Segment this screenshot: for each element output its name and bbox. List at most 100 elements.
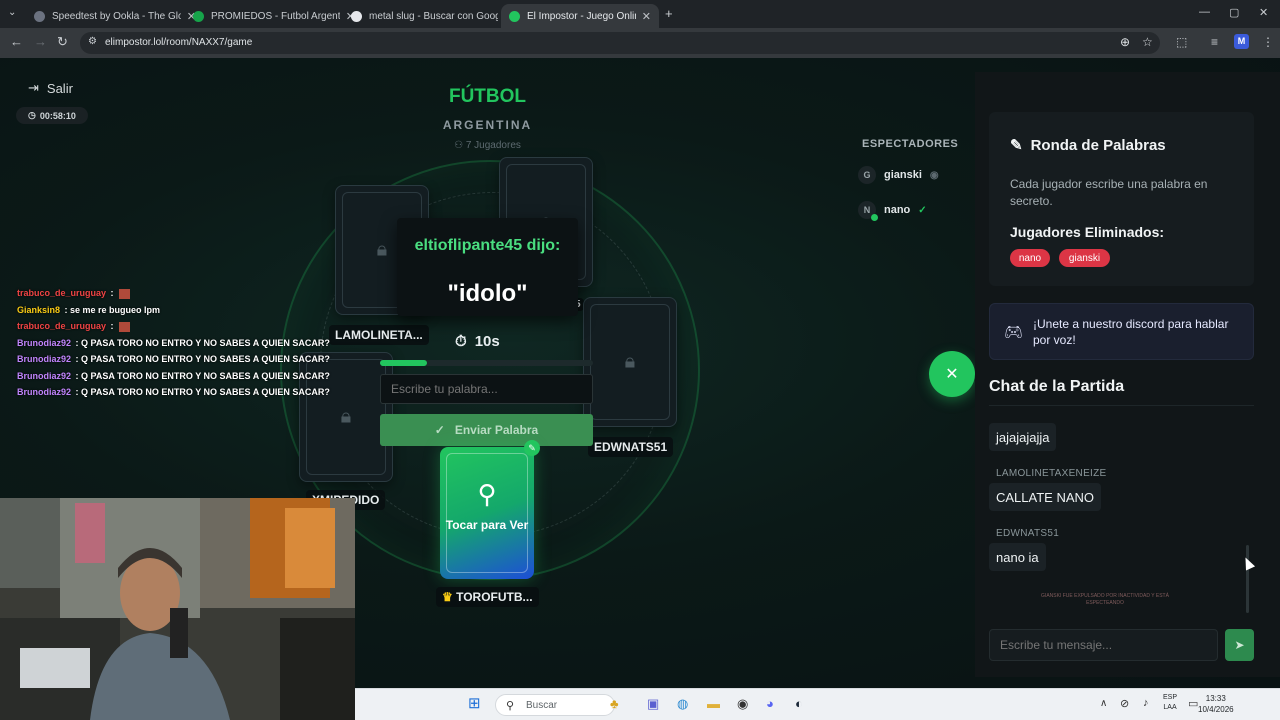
steam-icon[interactable]: ◐ (795, 696, 803, 711)
monitor-icon[interactable]: ▭ (1188, 697, 1198, 710)
divider (989, 405, 1254, 406)
pencil-icon: ✎ (524, 440, 540, 456)
discord-text: ¡Unete a nuestro discord para hablar por… (1033, 317, 1229, 347)
check-circle-icon: ✓ (434, 423, 445, 437)
spectator-item: G gianski ◉ (858, 166, 939, 184)
chat-message: nano ia (989, 543, 1046, 571)
overlay-chat-line: trabuco_de_uruguay : (17, 321, 317, 338)
mic-icon[interactable]: ♪ (1143, 697, 1149, 709)
reload-icon[interactable]: ↻ (57, 34, 68, 50)
new-tab-icon[interactable]: + (665, 6, 673, 21)
exit-button[interactable]: ⇥ Salir (28, 80, 73, 96)
tab-title: El Impostor - Juego Online Gra (527, 10, 636, 22)
eliminated-chip: gianski (1059, 249, 1110, 267)
chat-author: EDWNATS51 (996, 528, 1060, 539)
progress-fill (380, 360, 427, 366)
tray-chevron-icon[interactable]: ∧ (1100, 698, 1107, 709)
overlay-chat-line: Brunodiaz92 : Q PASA TORO NO ENTRO Y NO … (17, 354, 330, 371)
overlay-chat-user: trabuco_de_uruguay (17, 288, 107, 298)
crown-icon: ♛ (442, 590, 453, 604)
close-icon[interactable]: ✕ (642, 10, 651, 23)
player-name: EDWNATS51 (588, 437, 674, 457)
teams-icon[interactable]: ▣ (647, 696, 659, 712)
separator: : (73, 354, 82, 364)
separator: : (73, 337, 82, 348)
chat-author: LAMOLINETAXENEIZE (996, 468, 1107, 479)
tab-google[interactable]: metal slug - Buscar con Google ✕ (343, 4, 521, 28)
folder-icon[interactable]: ▬ (707, 696, 720, 711)
address-field[interactable]: ⚙ elimpostor.lol/room/NAXX7/game ⊕ ☆ (80, 32, 1160, 54)
overlay-chat-user: Brunodiaz92 (17, 337, 72, 348)
category-title: FÚTBOL (448, 86, 527, 107)
players-count: ⚇ 7 Jugadores (400, 140, 575, 151)
maximize-icon[interactable]: ▢ (1229, 6, 1239, 19)
tab-promiedos[interactable]: PROMIEDOS - Futbol Argentino ✕ (185, 4, 363, 28)
overlay-chat-user: trabuco_de_uruguay (17, 321, 107, 331)
clock-icon: ◷ (28, 110, 36, 120)
pencil-icon: ✎ (1010, 137, 1023, 154)
bookmark-star-icon[interactable]: ☆ (1142, 35, 1153, 49)
chat-title: Chat de la Partida (989, 378, 1125, 395)
word-reveal-popup: eltioflipante45 dijo: "idolo" (397, 218, 578, 316)
separator: : (62, 304, 71, 315)
close-panel-button[interactable]: ✕ (929, 351, 975, 397)
overlay-chat-text: Q PASA TORO NO ENTRO Y NO SABES A QUIEN … (81, 387, 330, 397)
profile-avatar[interactable]: M (1234, 34, 1249, 49)
webcam-feed (0, 498, 355, 720)
eye-icon: ◉ (929, 169, 939, 181)
turn-countdown: ⏱︎ 10s (455, 333, 525, 350)
send-word-label: Enviar Palabra (454, 423, 539, 437)
check-icon: ✓ (918, 204, 927, 216)
separator: : (108, 321, 117, 331)
overlay-chat-user: Gianksin8 (17, 304, 61, 315)
stream-chat-overlay: trabuco_de_uruguay : Gianksin8 : se me r… (17, 288, 330, 404)
players-count-label: 7 Jugadores (465, 140, 521, 151)
network-icon[interactable]: ⊘ (1120, 697, 1129, 710)
users-icon: ⚇ (454, 140, 466, 151)
site-info-icon[interactable]: ⚙ (88, 36, 97, 47)
word-input[interactable] (380, 374, 593, 404)
chrome-icon[interactable]: ◍ (677, 696, 688, 712)
avatar: G (858, 166, 876, 184)
discord-taskbar-icon[interactable]: ◕ (766, 696, 774, 711)
round-title: ✎ Ronda de Palabras (1010, 136, 1166, 155)
exit-icon: ⇥ (28, 80, 39, 95)
exit-label: Salir (46, 80, 73, 96)
obs-icon[interactable]: ◉ (737, 696, 748, 712)
back-icon[interactable]: ← (10, 34, 23, 49)
search-placeholder: Buscar (526, 700, 558, 711)
lang-line1: ESP (1163, 694, 1178, 701)
my-card[interactable]: ⚲ Tocar para Ver (440, 447, 534, 579)
tab-impostor[interactable]: El Impostor - Juego Online Gra ✕ (501, 4, 659, 28)
tab-list-icon[interactable]: ⌄ (8, 7, 16, 18)
avatar: N (858, 201, 878, 221)
chat-input[interactable] (989, 629, 1218, 661)
taskbar-search[interactable]: ⚲ Buscar (495, 694, 615, 716)
language-indicator[interactable]: ESP LAA (1163, 693, 1177, 713)
windows-start-icon[interactable]: ⊞ (468, 694, 481, 712)
minimize-icon[interactable]: — (1199, 6, 1210, 18)
media-icon[interactable]: ≡ (1211, 35, 1218, 49)
browser-tab-bar: ⌄ Speedtest by Ookla - The Global ✕ PROM… (0, 0, 1280, 28)
window-close-icon[interactable]: ✕ (1259, 6, 1268, 19)
send-icon: ➤ (1234, 638, 1245, 652)
separator: : (73, 370, 82, 381)
send-word-button[interactable]: ✓ Enviar Palabra (380, 414, 593, 446)
round-description: Cada jugador escribe una palabra en secr… (1010, 177, 1208, 208)
overlay-chat-text: se me re bugueo lpm (70, 304, 161, 315)
turn-progress-bar (380, 360, 593, 366)
taskbar-clock[interactable]: 13:33 10/4/2026 (1198, 693, 1234, 715)
menu-icon[interactable]: ⋮ (1262, 35, 1274, 49)
discord-icon: 🎮︎ (1004, 324, 1024, 341)
tab-speedtest[interactable]: Speedtest by Ookla - The Global ✕ (26, 4, 204, 28)
lock-icon: 🔒︎ (376, 238, 388, 261)
widget-icon[interactable]: ♣ (610, 696, 619, 711)
extensions-icon[interactable]: ⬚ (1176, 35, 1187, 49)
stopwatch-icon: ⏱︎ (455, 333, 467, 350)
popup-word: "idolo" (447, 280, 528, 307)
chat-send-button[interactable]: ➤ (1225, 629, 1254, 661)
lock-icon: 🔒︎ (340, 405, 352, 428)
player-card[interactable]: 🔒︎ (583, 297, 677, 427)
zoom-icon[interactable]: ⊕ (1120, 35, 1130, 49)
forward-icon[interactable]: → (34, 34, 47, 49)
